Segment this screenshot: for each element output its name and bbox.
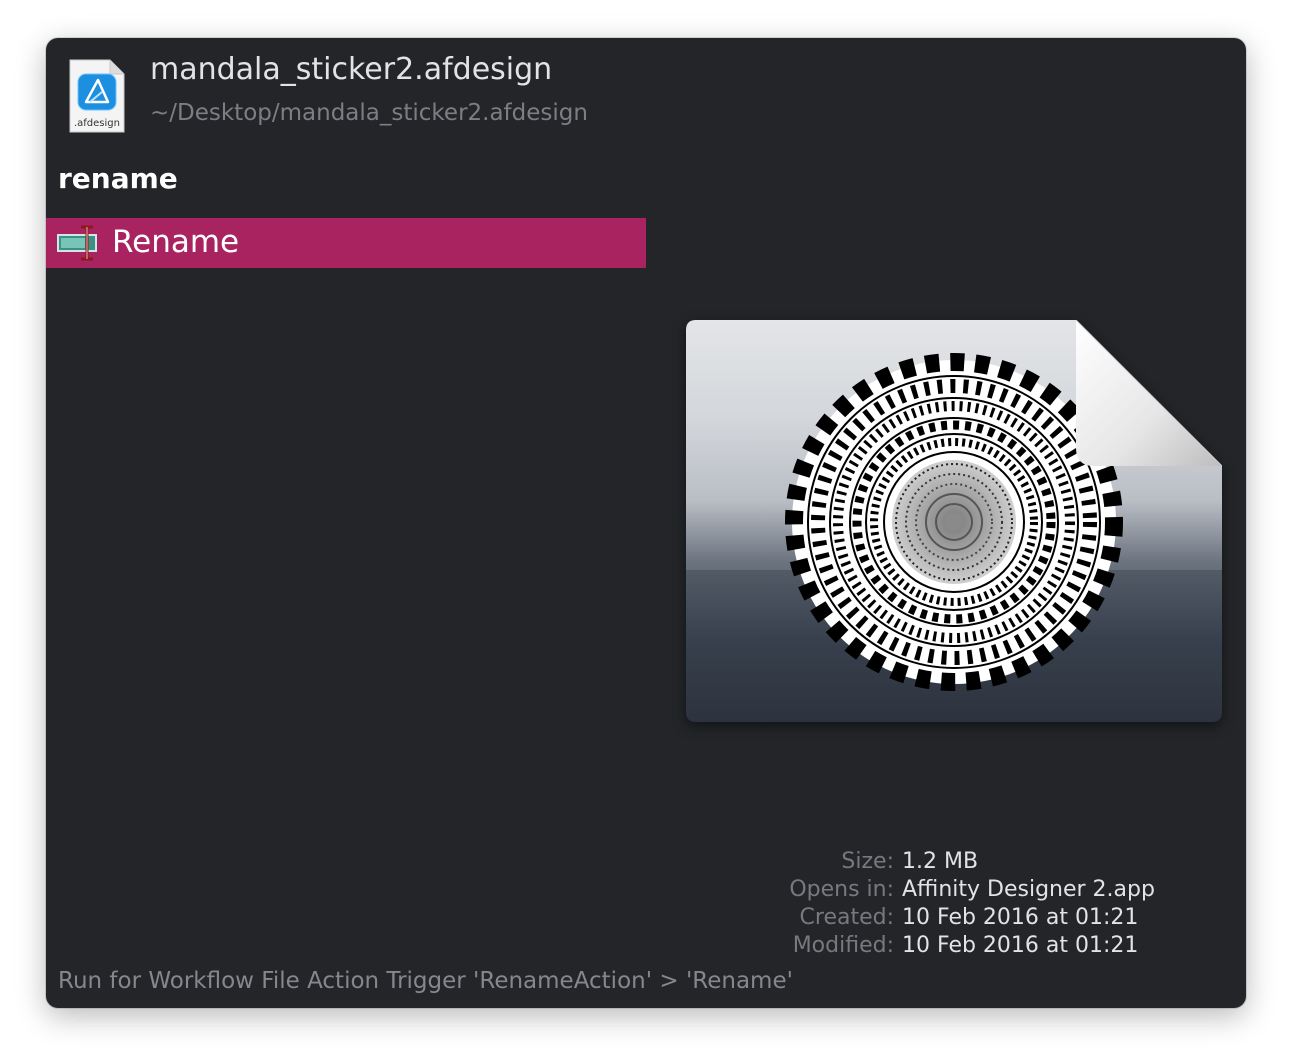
info-label: Modified: [792, 933, 894, 958]
info-row-opens-in: Opens in: Affinity Designer 2.app [766, 876, 1226, 904]
file-info: Size: 1.2 MB Opens in: Affinity Designer… [766, 848, 1226, 960]
file-path: ~/Desktop/mandala_sticker2.afdesign [150, 100, 588, 126]
result-item-rename[interactable]: Rename [46, 218, 646, 268]
info-value: 10 Feb 2016 at 01:21 [902, 905, 1139, 930]
info-label: Size: [841, 849, 894, 874]
result-label: Rename [112, 224, 240, 260]
search-query[interactable]: rename [58, 162, 178, 195]
info-value: Affinity Designer 2.app [902, 877, 1155, 902]
alfred-window: .afdesign mandala_sticker2.afdesign ~/De… [46, 38, 1246, 1008]
info-row-modified: Modified: 10 Feb 2016 at 01:21 [766, 932, 1226, 960]
info-value: 1.2 MB [902, 849, 979, 874]
file-icon-label: .afdesign [74, 118, 120, 129]
status-text: Run for Workflow File Action Trigger 'Re… [58, 968, 793, 994]
info-label: Opens in: [789, 877, 894, 902]
rename-icon [56, 223, 100, 263]
file-preview-thumbnail [686, 319, 1223, 722]
info-label: Created: [799, 905, 894, 930]
info-value: 10 Feb 2016 at 01:21 [902, 933, 1139, 958]
afdesign-file-icon: .afdesign [68, 58, 126, 134]
info-row-created: Created: 10 Feb 2016 at 01:21 [766, 904, 1226, 932]
file-title: mandala_sticker2.afdesign [150, 52, 553, 87]
info-row-size: Size: 1.2 MB [766, 848, 1226, 876]
